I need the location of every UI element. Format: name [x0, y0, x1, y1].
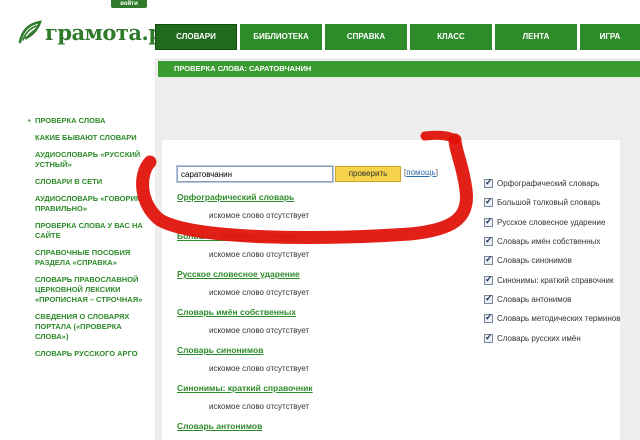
- dictionary-option[interactable]: Синонимы: краткий справочник: [484, 270, 634, 289]
- result-title-tolkovy[interactable]: Большой толковый словарь: [177, 231, 298, 241]
- result-title-imena-sobstvennye[interactable]: Словарь имён собственных: [177, 307, 296, 317]
- result-message: искомое слово отсутствует: [209, 250, 310, 259]
- tab-igra[interactable]: ИГРА: [580, 24, 640, 50]
- checkbox[interactable]: [484, 177, 493, 189]
- dictionary-option-label: Синонимы: краткий справочник: [497, 275, 614, 285]
- sidebar-item-proverka-slova[interactable]: ПРОВЕРКА СЛОВА: [28, 116, 146, 126]
- tab-klass[interactable]: КЛАСС: [410, 24, 492, 50]
- tab-biblioteka[interactable]: БИБЛИОТЕКА: [240, 24, 322, 50]
- search-input[interactable]: [176, 165, 334, 183]
- dictionary-option-label: Большой толковый словарь: [497, 198, 601, 208]
- check-button[interactable]: проверить: [335, 166, 401, 182]
- result-message: искомое слово отсутствует: [209, 326, 310, 335]
- site-logo[interactable]: грамота.ру: [16, 17, 176, 47]
- checkbox[interactable]: [484, 235, 493, 247]
- sidebar-item-pravoslavnaya-leksika[interactable]: СЛОВАРЬ ПРАВОСЛАВНОЙ ЦЕРКОВНОЙ ЛЕКСИКИ «…: [28, 275, 146, 305]
- dictionary-option-label: Орфографический словарь: [497, 179, 600, 189]
- dictionary-option-label: Русское словесное ударение: [497, 217, 606, 227]
- checkbox[interactable]: [484, 312, 493, 324]
- dictionary-checklist: Орфографический словарь Большой толковый…: [484, 174, 634, 348]
- dictionary-option-label: Словарь русских имён: [497, 333, 581, 343]
- checkbox[interactable]: [484, 196, 493, 208]
- sidebar-item-svedeniya-o-slovaryah[interactable]: СВЕДЕНИЯ О СЛОВАРЯХ ПОРТАЛА («ПРОВЕРКА С…: [28, 312, 146, 342]
- leaf-logo-icon: [18, 20, 42, 44]
- page: войти грамота.ру СЛОВАРИ БИБЛИОТЕКА СПРА…: [0, 0, 640, 440]
- dictionary-option[interactable]: Орфографический словарь: [484, 174, 634, 193]
- result-message: искомое слово отсутствует: [209, 288, 310, 297]
- result-title-orfograficheskiy[interactable]: Орфографический словарь: [177, 192, 294, 202]
- dictionary-option[interactable]: Русское словесное ударение: [484, 213, 634, 232]
- top-navigation: СЛОВАРИ БИБЛИОТЕКА СПРАВКА КЛАСС ЛЕНТА И…: [155, 24, 640, 50]
- result-title-antonimy[interactable]: Словарь антонимов: [177, 421, 262, 431]
- tab-lenta[interactable]: ЛЕНТА: [495, 24, 577, 50]
- login-button[interactable]: войти: [111, 0, 147, 8]
- sidebar-item-audioslovar-govorim-pravilno[interactable]: АУДИОСЛОВАРЬ «ГОВОРИМ ПРАВИЛЬНО»: [28, 194, 146, 214]
- dictionary-option-label: Словарь антонимов: [497, 294, 572, 304]
- sidebar-item-slovari-v-seti[interactable]: СЛОВАРИ В СЕТИ: [28, 177, 146, 187]
- result-title-udarenie[interactable]: Русское словесное ударение: [177, 269, 300, 279]
- dictionary-option-label: Словарь имён собственных: [497, 237, 601, 247]
- dictionary-option[interactable]: Словарь русских имён: [484, 328, 634, 347]
- help-bracket-close: ]: [435, 168, 438, 177]
- checkbox[interactable]: [484, 332, 493, 343]
- dictionary-option[interactable]: Большой толковый словарь: [484, 193, 634, 212]
- sidebar-item-spravochnye-posobiya[interactable]: СПРАВОЧНЫЕ ПОСОБИЯ РАЗДЕЛА «СПРАВКА»: [28, 248, 146, 268]
- dictionary-option[interactable]: Словарь имён собственных: [484, 232, 634, 251]
- sidebar-item-slovar-argo[interactable]: СЛОВАРЬ РУССКОГО АРГО: [28, 349, 146, 359]
- result-message: искомое слово отсутствует: [209, 211, 310, 220]
- result-title-sinonimy-kratkiy[interactable]: Синонимы: краткий справочник: [177, 383, 313, 393]
- sidebar-item-proverka-na-saite[interactable]: ПРОВЕРКА СЛОВА У ВАС НА САЙТЕ: [28, 221, 146, 241]
- dictionary-option-label: Словарь методических терминов: [497, 314, 621, 324]
- result-title-sinonimy[interactable]: Словарь синонимов: [177, 345, 263, 355]
- sidebar-item-audioslovar-russkiy-ustny[interactable]: АУДИОСЛОВАРЬ «РУССКИЙ УСТНЫЙ»: [28, 150, 146, 170]
- sidebar-item-kakie-byvayut-slovari[interactable]: КАКИЕ БЫВАЮТ СЛОВАРИ: [28, 133, 146, 143]
- tab-slovari[interactable]: СЛОВАРИ: [155, 24, 237, 50]
- checkbox[interactable]: [484, 216, 493, 227]
- checkbox[interactable]: [484, 274, 493, 285]
- dictionary-option-label: Словарь синонимов: [497, 256, 572, 266]
- result-message: искомое слово отсутствует: [209, 364, 310, 373]
- tab-spravka[interactable]: СПРАВКА: [325, 24, 407, 50]
- dictionary-option[interactable]: Словарь антонимов: [484, 290, 634, 309]
- dictionary-option[interactable]: Словарь методических терминов: [484, 309, 634, 328]
- result-message: искомое слово отсутствует: [209, 402, 310, 411]
- sidebar: ПРОВЕРКА СЛОВА КАКИЕ БЫВАЮТ СЛОВАРИ АУДИ…: [28, 116, 146, 366]
- page-title: ПРОВЕРКА СЛОВА: САРАТОВЧАНИН: [158, 61, 640, 77]
- dictionary-option[interactable]: Словарь синонимов: [484, 251, 634, 270]
- checkbox[interactable]: [484, 293, 493, 304]
- checkbox[interactable]: [484, 254, 493, 266]
- help-link[interactable]: [помощь]: [404, 168, 438, 177]
- help-link-label[interactable]: помощь: [406, 168, 435, 177]
